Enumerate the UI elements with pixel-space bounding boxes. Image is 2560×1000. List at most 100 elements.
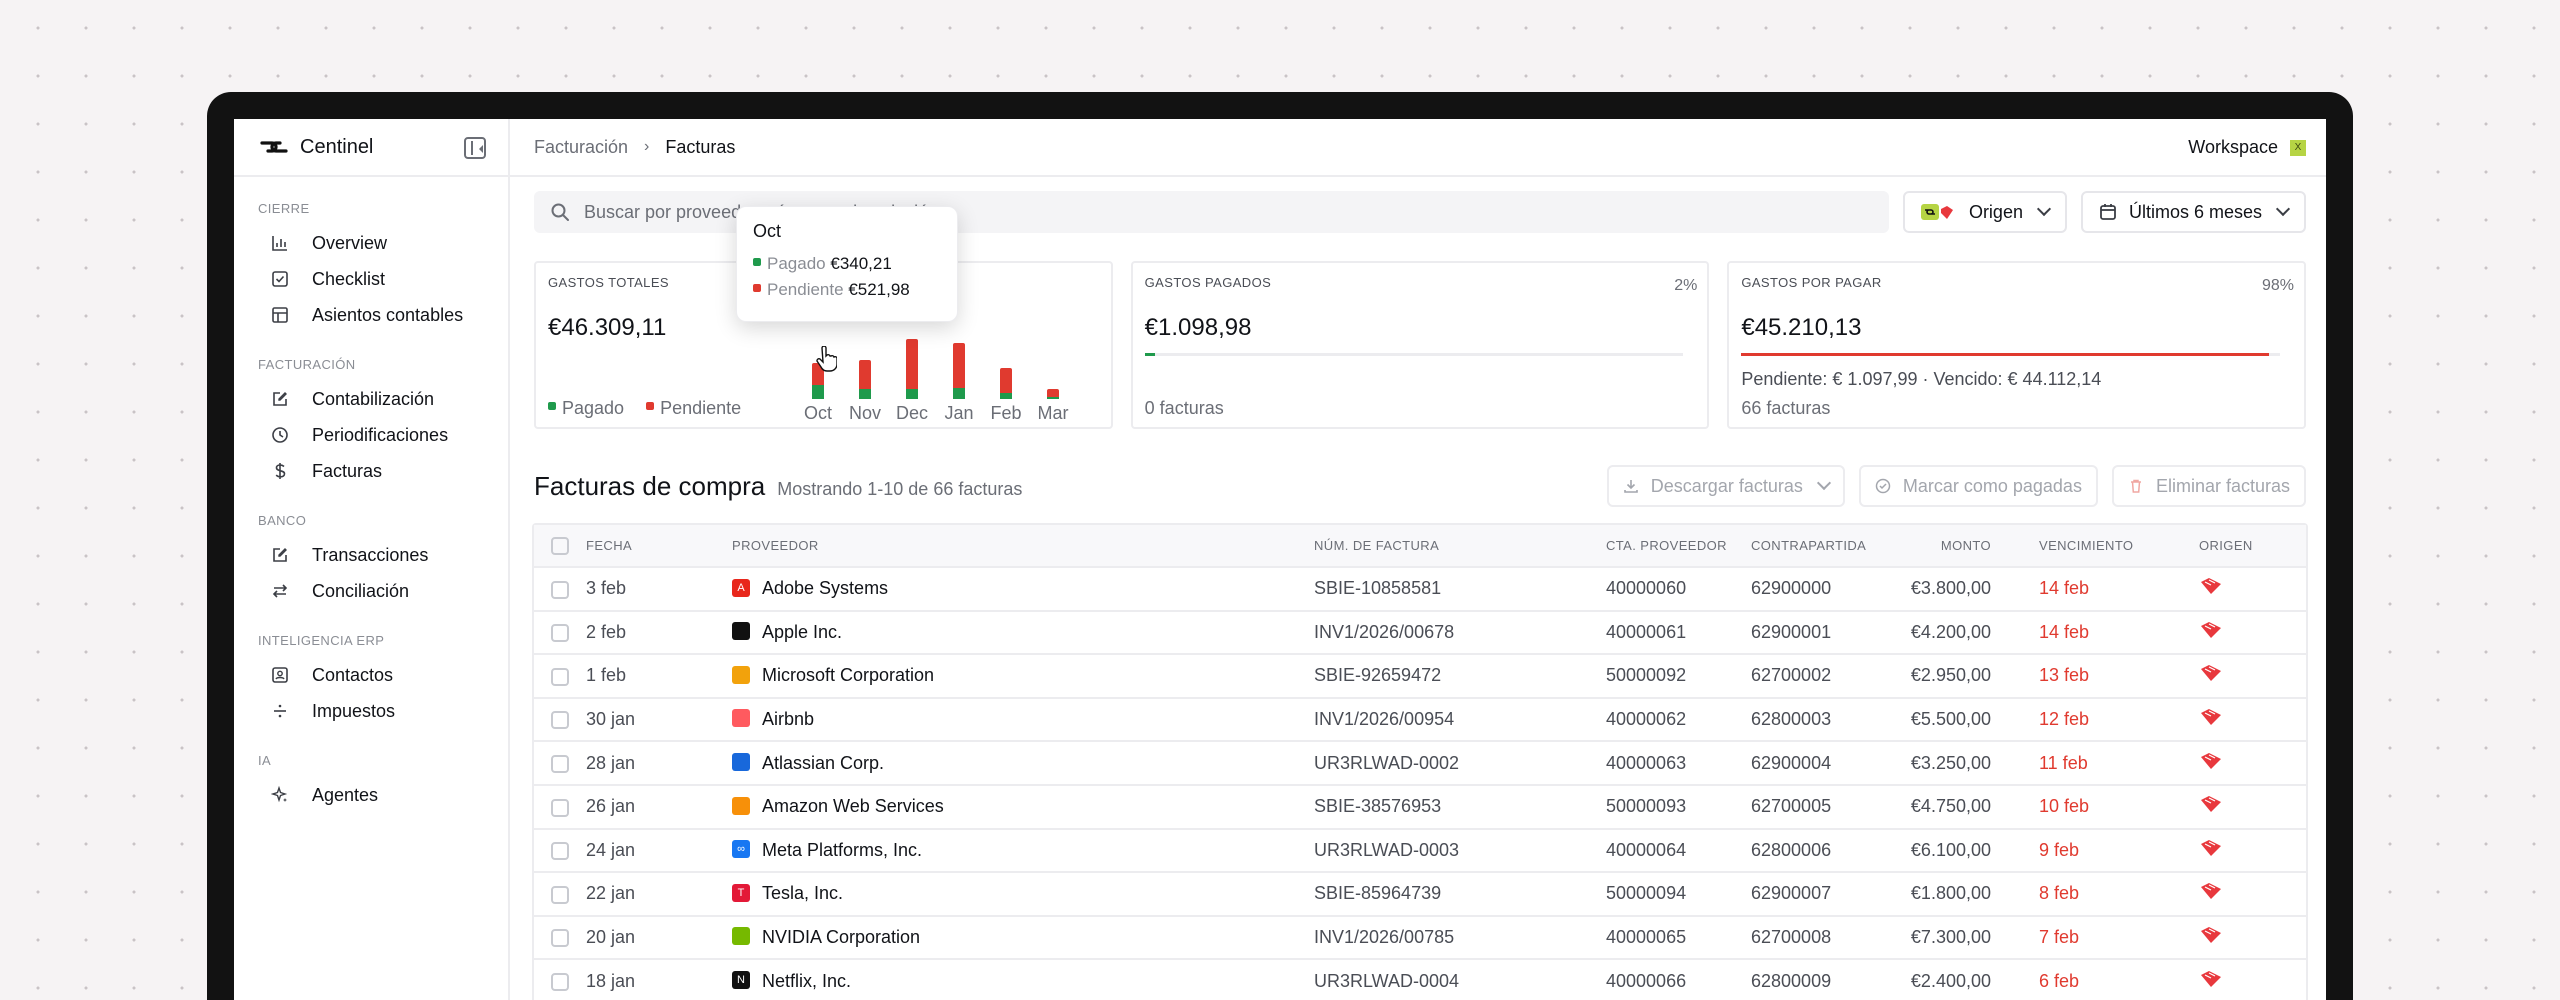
vendor-name[interactable]: Amazon Web Services [762, 796, 944, 816]
table-row[interactable]: 3 feb A Adobe Systems SBIE-10858581 40000… [534, 567, 2306, 612]
table-row[interactable]: 20 jan NVIDIA Corporation INV1/2026/0078… [534, 915, 2306, 961]
vendor-name[interactable]: Netflix, Inc. [762, 971, 851, 991]
table-row[interactable]: 22 jan T Tesla, Inc. SBIE-85964739 500000… [534, 872, 2306, 917]
origin-diamond-icon [2201, 883, 2221, 900]
chart-bar-mar[interactable] [1047, 389, 1059, 399]
sidebar-item-periodificaciones[interactable]: Periodificaciones [258, 417, 508, 453]
workspace-switcher[interactable]: Workspace X [2188, 137, 2306, 158]
row-checkbox[interactable] [551, 711, 569, 730]
header-contrapartida[interactable]: Contrapartida [1751, 525, 1887, 568]
vendor-name[interactable]: Airbnb [762, 709, 814, 729]
header-factura[interactable]: Núm. de factura [1314, 525, 1606, 568]
row-checkbox[interactable] [551, 798, 569, 817]
tooltip-paid-row: Pagado €340,21 [753, 254, 941, 274]
mark-paid-button[interactable]: Marcar como pagadas [1858, 465, 2098, 507]
section-header: Facturas de compra Mostrando 1-10 de 66 … [534, 471, 1022, 502]
chart-bar-dec[interactable] [906, 339, 918, 399]
cell-proveedor: T Tesla, Inc. [732, 872, 1314, 917]
header-monto[interactable]: Monto [1887, 525, 2015, 568]
legend-paid: Pagado [548, 398, 624, 419]
sidebar-item-contabilizaci-n[interactable]: Contabilización [258, 381, 508, 417]
table-row[interactable]: 1 feb Microsoft Corporation SBIE-9265947… [534, 654, 2306, 699]
calendar-icon [2100, 204, 2116, 220]
sidebar-item-label: Contactos [312, 664, 394, 685]
row-checkbox[interactable] [551, 580, 569, 599]
table-row[interactable]: 2 feb Apple Inc. INV1/2026/00678 4000006… [534, 610, 2306, 656]
header-fecha[interactable]: Fecha [586, 525, 732, 568]
vendor-name[interactable]: Tesla, Inc. [762, 883, 843, 903]
download-invoices-button[interactable]: Descargar facturas [1606, 465, 1845, 507]
vendor-name[interactable]: Adobe Systems [762, 578, 888, 598]
card-value: €45.210,13 [1741, 314, 1862, 341]
sidebar-nav: Cierre Overview Checklist Asientos contable… [234, 201, 508, 813]
sidebar-item-checklist[interactable]: Checklist [258, 261, 508, 297]
select-all-checkbox[interactable] [551, 536, 569, 555]
row-checkbox[interactable] [551, 929, 569, 948]
sidebar-item-transacciones[interactable]: Transacciones [258, 537, 508, 573]
cell-monto: €2.400,00 [1887, 959, 2015, 1000]
collapse-sidebar-icon[interactable] [464, 137, 486, 159]
table-row[interactable]: 30 jan Airbnb INV1/2026/00954 40000062 6… [534, 697, 2306, 743]
pending-detail: Pendiente: € 1.097,99 · Vencido: € 44.11… [1741, 369, 2102, 389]
table-row[interactable]: 18 jan N Netflix, Inc. UR3RLWAD-0004 4000… [534, 959, 2306, 1000]
origin-diamond-icon [2201, 665, 2221, 682]
chart-bar-jan[interactable] [953, 342, 965, 399]
vendor-name[interactable]: Atlassian Corp. [762, 753, 884, 773]
cell-vencimiento: 14 feb [2015, 610, 2175, 656]
row-checkbox[interactable] [551, 754, 569, 773]
card-label: Gastos por pagar [1741, 275, 1882, 290]
origin-diamond-icon [2201, 927, 2221, 944]
monthly-bar-chart[interactable]: Oct Nov Dec Jan Feb Mar [798, 321, 1069, 433]
paid-dot-icon [548, 402, 556, 411]
card-footer: 0 facturas [1144, 398, 1224, 418]
chart-tooltip: Oct Pagado €340,21 Pendiente €521,98 [736, 206, 958, 322]
cell-contrapartida: 62900001 [1751, 610, 1887, 656]
sidebar-item-label: Facturas [312, 460, 383, 481]
chart-bar-pending [1047, 389, 1059, 397]
sidebar-item-facturas[interactable]: Facturas [258, 453, 508, 489]
row-checkbox[interactable] [551, 624, 569, 643]
sidebar-item-label: Transacciones [312, 544, 429, 565]
row-checkbox[interactable] [551, 667, 569, 686]
origen-filter[interactable]: Origen [1902, 191, 2067, 233]
vendor-name[interactable]: Apple Inc. [762, 622, 842, 642]
sidebar-item-impuestos[interactable]: Impuestos [258, 693, 508, 729]
header-origen[interactable]: Origen [2175, 525, 2306, 568]
header-cta[interactable]: Cta. proveedor [1606, 525, 1751, 568]
bar-chart-icon [270, 233, 290, 253]
sidebar-section-heading: Cierre [258, 201, 310, 216]
vendor-name[interactable]: Microsoft Corporation [762, 665, 934, 685]
table-row[interactable]: 24 jan ∞ Meta Platforms, Inc. UR3RLWAD-00… [534, 828, 2306, 874]
row-checkbox[interactable] [551, 972, 569, 991]
legend-paid-label: Pagado [562, 398, 625, 418]
cell-proveedor: Atlassian Corp. [732, 741, 1314, 786]
sidebar-item-conciliaci-n[interactable]: Conciliación [258, 573, 508, 609]
sidebar-item-label: Impuestos [312, 700, 396, 721]
chart-bar-pending [906, 339, 918, 389]
breadcrumb-parent[interactable]: Facturación [534, 137, 628, 158]
sidebar-item-contactos[interactable]: Contactos [258, 657, 508, 693]
table-row[interactable]: 26 jan Amazon Web Services SBIE-38576953… [534, 784, 2306, 830]
sidebar-item-agentes[interactable]: Agentes [258, 777, 508, 813]
chart-bar-nov[interactable] [859, 359, 871, 399]
row-checkbox[interactable] [551, 842, 569, 861]
row-checkbox[interactable] [551, 885, 569, 904]
cell-origen [2175, 959, 2306, 1000]
cell-origen [2175, 784, 2306, 830]
sidebar-section: Facturación Contabilización Periodificacio… [234, 357, 508, 489]
cell-cta: 40000063 [1606, 741, 1751, 786]
sidebar-item-asientos-contables[interactable]: Asientos contables [258, 297, 508, 333]
cell-contrapartida: 62700008 [1751, 915, 1887, 961]
cell-proveedor: NVIDIA Corporation [732, 915, 1314, 961]
vendor-name[interactable]: NVIDIA Corporation [762, 927, 920, 947]
cell-contrapartida: 62700005 [1751, 784, 1887, 830]
header-proveedor[interactable]: Proveedor [732, 525, 1314, 568]
chart-bar-feb[interactable] [1000, 367, 1012, 399]
sidebar-item-overview[interactable]: Overview [258, 225, 508, 261]
delete-invoices-button[interactable]: Eliminar facturas [2111, 465, 2306, 507]
header-vencimiento[interactable]: Vencimiento [2015, 525, 2175, 568]
table-row[interactable]: 28 jan Atlassian Corp. UR3RLWAD-0002 400… [534, 741, 2306, 786]
vendor-name[interactable]: Meta Platforms, Inc. [762, 840, 922, 860]
period-filter[interactable]: Últimos 6 meses [2080, 191, 2306, 233]
cell-monto: €1.800,00 [1887, 872, 2015, 917]
